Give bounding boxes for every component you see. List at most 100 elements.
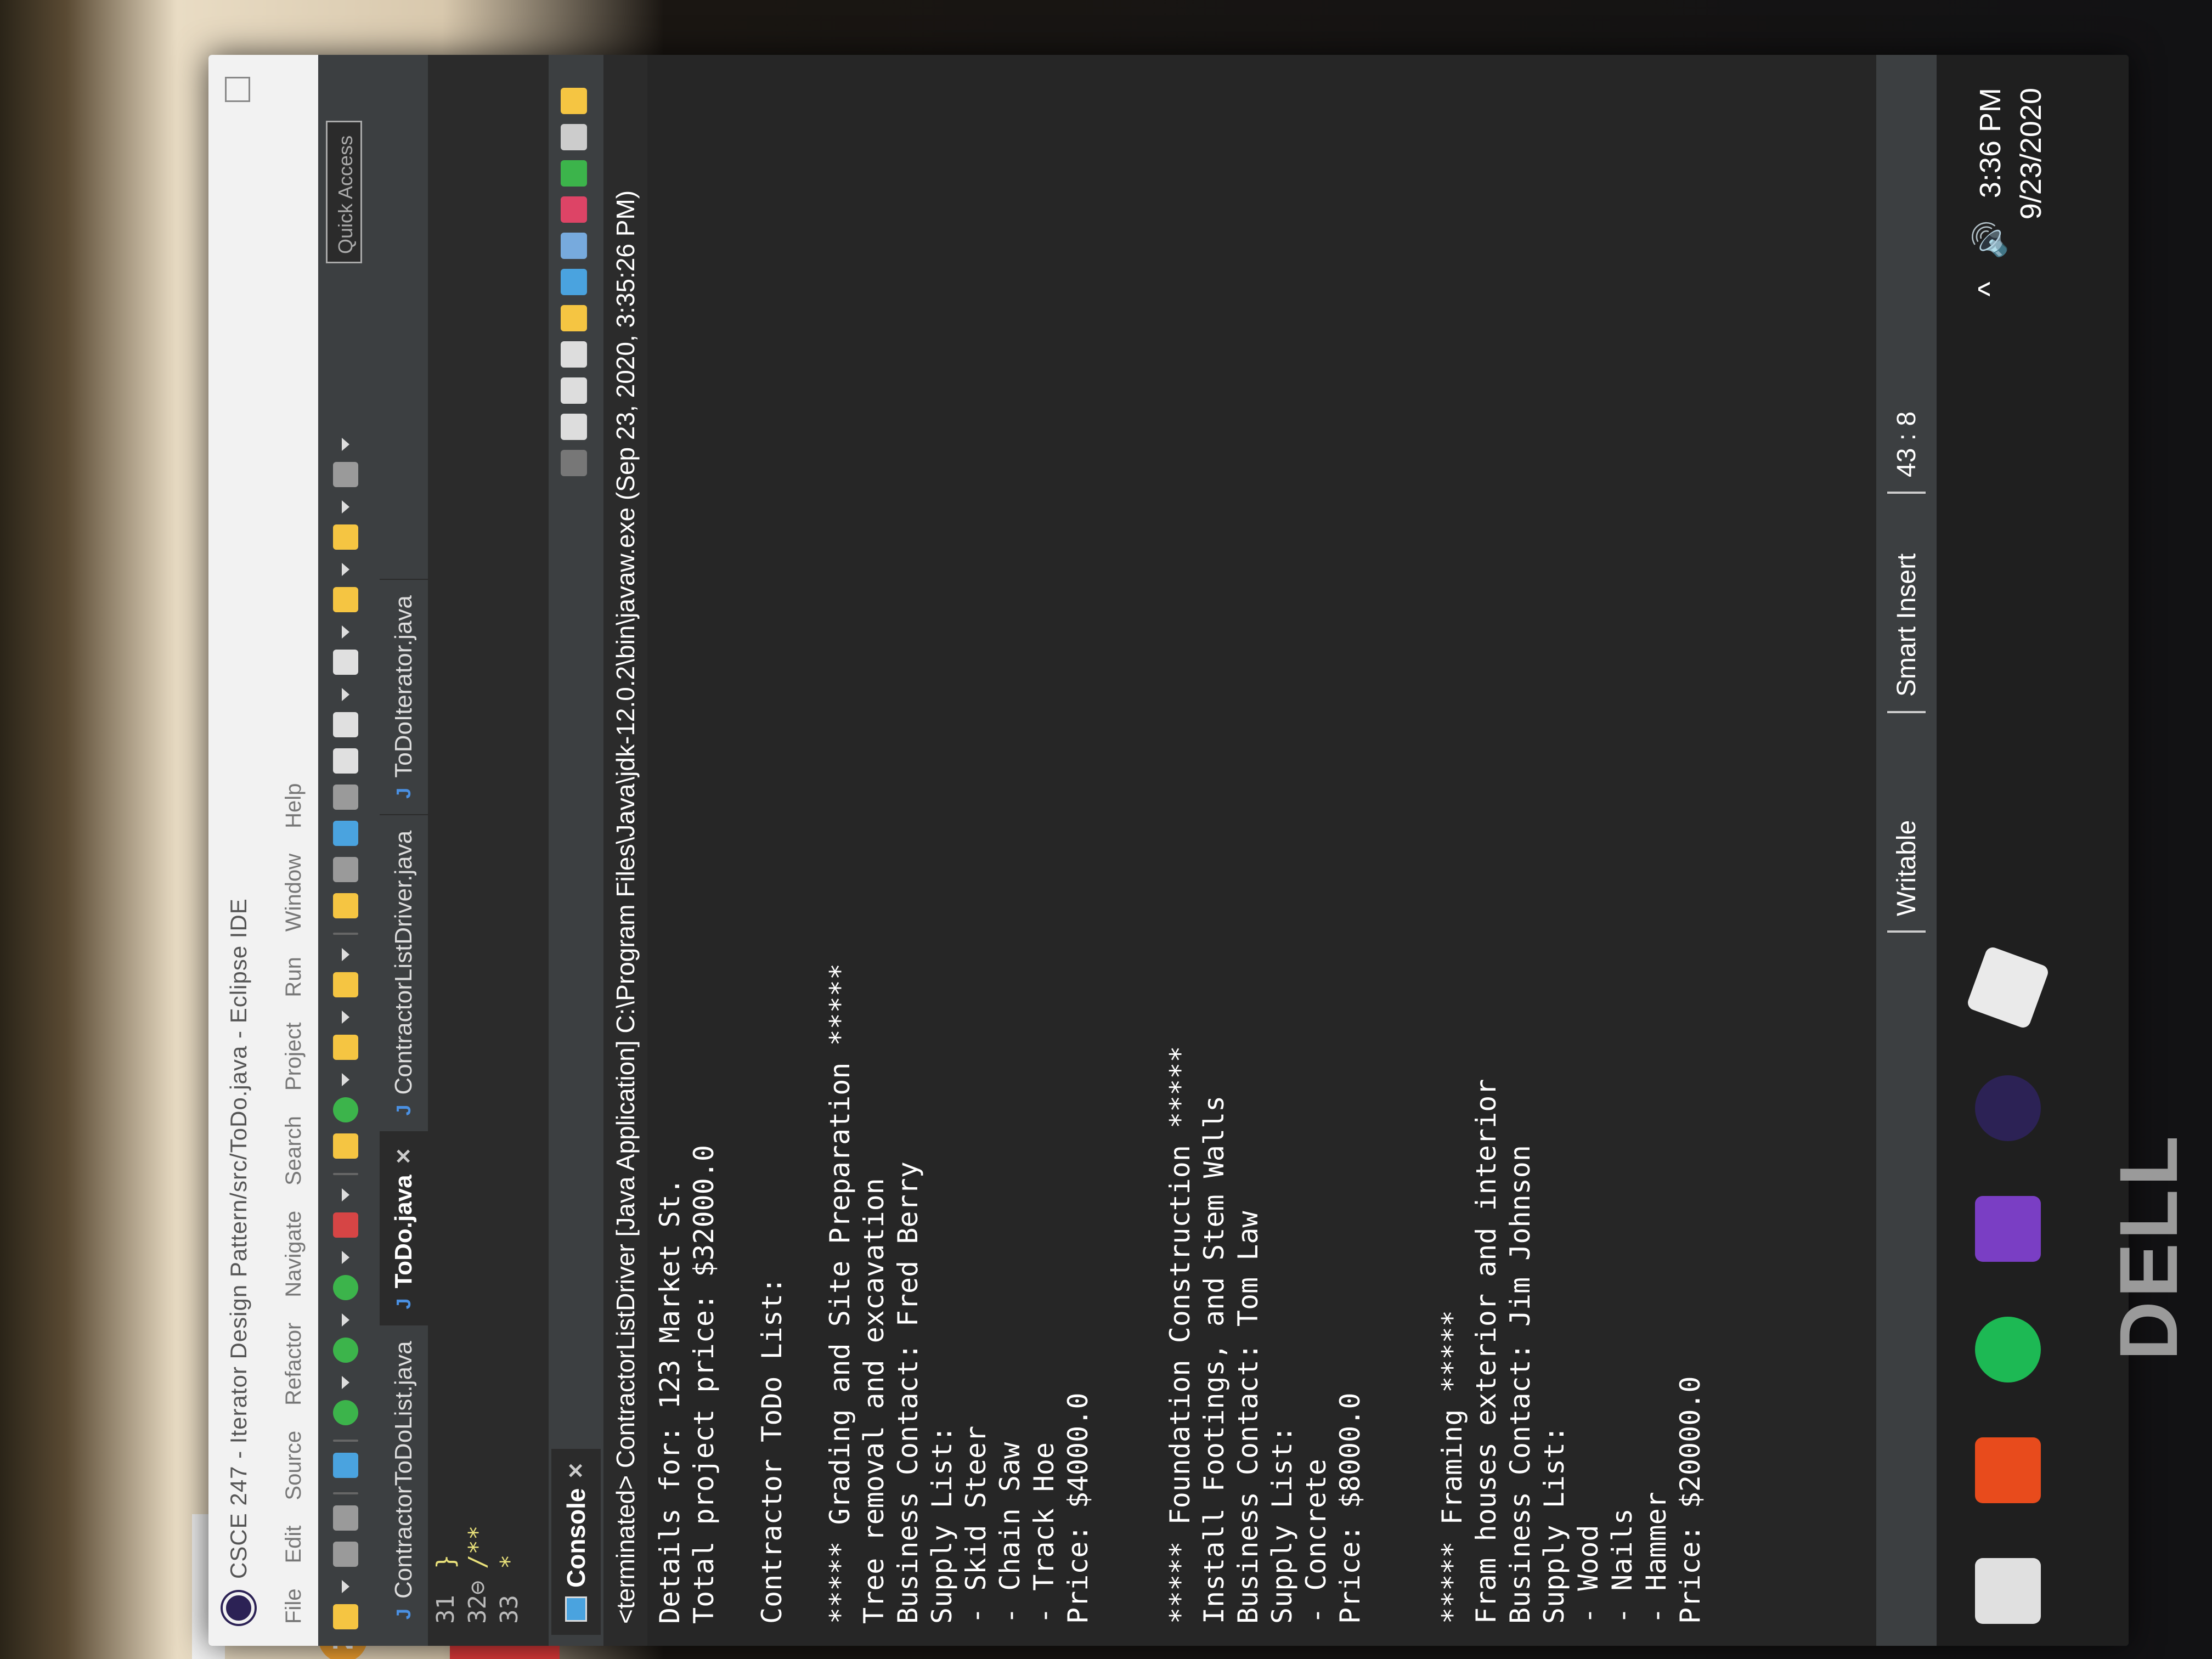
chevron-down-icon[interactable] xyxy=(342,1251,349,1264)
up-arrow-icon[interactable] xyxy=(333,462,358,487)
tab-contractorlistdriver[interactable]: J ContractorListDriver.java xyxy=(380,814,428,1131)
open-console-icon[interactable] xyxy=(561,88,587,114)
scroll-lock-icon[interactable] xyxy=(561,305,587,331)
external-tools-icon[interactable] xyxy=(333,1212,358,1238)
console-line: - Skid Steer xyxy=(960,1425,992,1624)
code-editor[interactable]: 31 32⊖ 33 } /** * xyxy=(428,55,549,1646)
chevron-down-icon[interactable] xyxy=(342,1580,349,1593)
java-interface-icon: J xyxy=(392,787,415,799)
spotify-icon[interactable] xyxy=(1975,1317,2041,1383)
menu-source[interactable]: Source xyxy=(281,1431,306,1500)
chevron-down-icon[interactable] xyxy=(342,1376,349,1389)
menu-search[interactable]: Search xyxy=(281,1116,306,1186)
volume-icon[interactable]: 🔊 xyxy=(1972,220,2007,259)
office-icon[interactable] xyxy=(1975,1437,2041,1503)
show-on-error-icon[interactable] xyxy=(561,196,587,223)
windows-taskbar: ^ 🔊 3:36 PM 9/23/2020 xyxy=(1937,55,2129,1646)
coverage-icon[interactable] xyxy=(333,1275,358,1300)
back-icon[interactable] xyxy=(333,587,358,612)
word-wrap-icon[interactable] xyxy=(561,269,587,295)
menu-navigate[interactable]: Navigate xyxy=(281,1211,306,1297)
chevron-down-icon[interactable] xyxy=(342,625,349,639)
status-separator xyxy=(1887,492,1926,494)
tab-todo[interactable]: J ToDo.java ✕ xyxy=(380,1131,428,1325)
console-line: ***** Grading and Site Preparation ***** xyxy=(824,963,856,1624)
chevron-up-icon[interactable]: ^ xyxy=(1972,281,2007,296)
tab-contractortodolist[interactable]: J ContractorToDoList.java xyxy=(380,1324,428,1635)
next-annotation-icon[interactable] xyxy=(333,712,358,737)
menu-project[interactable]: Project xyxy=(281,1023,306,1091)
save-all-icon[interactable] xyxy=(333,1505,358,1531)
clear-console-icon[interactable] xyxy=(561,341,587,368)
run-icon[interactable] xyxy=(333,1338,358,1363)
eclipse-taskbar-icon[interactable] xyxy=(1975,1075,2041,1141)
console-line: Price: $20000.0 xyxy=(1674,1376,1706,1624)
console-tab-label: Console xyxy=(562,1488,590,1588)
onenote-icon[interactable] xyxy=(1975,1196,2041,1262)
snip-icon[interactable] xyxy=(1966,945,2050,1030)
quick-access-input[interactable]: Quick Access xyxy=(326,121,362,263)
open-type-icon[interactable] xyxy=(333,1035,358,1060)
terminate-icon[interactable] xyxy=(561,450,587,476)
chevron-down-icon[interactable] xyxy=(342,500,349,514)
menu-refactor[interactable]: Refactor xyxy=(281,1323,306,1406)
close-icon[interactable]: ✕ xyxy=(392,1148,416,1165)
tab-todoiterator[interactable]: J ToDoIterator.java xyxy=(380,579,428,814)
block-selection-icon[interactable] xyxy=(333,857,358,882)
forward-icon[interactable] xyxy=(333,524,358,550)
menu-help[interactable]: Help xyxy=(281,783,306,828)
search-icon[interactable] xyxy=(333,972,358,997)
debug-icon[interactable] xyxy=(333,1400,358,1425)
chevron-down-icon[interactable] xyxy=(342,1073,349,1086)
maximize-icon[interactable] xyxy=(225,77,250,102)
menu-file[interactable]: File xyxy=(281,1589,306,1624)
photo-backdrop: N CSCE 247 - Iterator Design Pattern/src… xyxy=(0,0,2212,1659)
chevron-down-icon[interactable] xyxy=(342,688,349,701)
tab-console[interactable]: Console ✕ xyxy=(551,1448,601,1635)
java-file-icon: J xyxy=(392,1608,415,1620)
menu-window[interactable]: Window xyxy=(281,854,306,932)
close-icon[interactable]: ✕ xyxy=(564,1462,589,1480)
new-icon[interactable] xyxy=(333,1604,358,1629)
console-line: Business Contact: Fred Berry xyxy=(892,1161,924,1624)
pen-icon[interactable] xyxy=(333,893,358,918)
console-line: Supply List: xyxy=(1266,1425,1298,1624)
store-icon[interactable] xyxy=(1975,1558,2041,1624)
chevron-down-icon[interactable] xyxy=(342,438,349,451)
chevron-down-icon[interactable] xyxy=(342,1011,349,1024)
save-icon[interactable] xyxy=(333,1542,358,1567)
chevron-down-icon[interactable] xyxy=(342,948,349,961)
menu-run[interactable]: Run xyxy=(281,957,306,997)
chevron-down-icon[interactable] xyxy=(342,1313,349,1327)
pin-console-icon[interactable] xyxy=(561,160,587,187)
status-separator xyxy=(1887,930,1926,933)
new-java-project-icon[interactable] xyxy=(333,1133,358,1159)
display-console-icon[interactable] xyxy=(561,124,587,150)
tab-label: ToDo.java xyxy=(390,1175,417,1289)
toolbar-separator xyxy=(333,933,358,935)
chevron-down-icon[interactable] xyxy=(342,1188,349,1201)
console-line: Tree removal and excavation xyxy=(858,1178,890,1624)
console-line: Supply List: xyxy=(926,1425,958,1624)
console-output[interactable]: Details for: 123 Market St. Total project… xyxy=(647,55,1876,1646)
skip-breakpoints-icon[interactable] xyxy=(333,1453,358,1478)
clock-date[interactable]: 9/23/2020 xyxy=(2011,88,2051,297)
toolbar-separator xyxy=(333,1440,358,1442)
title-bar: CSCE 247 - Iterator Design Pattern/src/T… xyxy=(208,55,269,1646)
tab-label: ToDoIterator.java xyxy=(390,595,417,778)
chevron-down-icon[interactable] xyxy=(342,563,349,576)
remove-all-icon[interactable] xyxy=(561,377,587,404)
word-wrap-icon[interactable] xyxy=(333,821,358,846)
menu-bar: File Edit Source Refactor Navigate Searc… xyxy=(269,55,318,1646)
whitespace-icon[interactable] xyxy=(333,785,358,810)
remove-launch-icon[interactable] xyxy=(561,414,587,440)
previous-annotation-icon[interactable] xyxy=(333,650,358,675)
system-tray: ^ 🔊 3:36 PM 9/23/2020 xyxy=(1970,88,2051,297)
menu-edit[interactable]: Edit xyxy=(281,1526,306,1564)
show-on-output-icon[interactable] xyxy=(561,233,587,259)
new-package-icon[interactable] xyxy=(333,1097,358,1122)
java-file-icon: J xyxy=(392,1104,415,1116)
clock-time[interactable]: 3:36 PM xyxy=(1974,88,2007,198)
pin-icon[interactable] xyxy=(333,748,358,774)
